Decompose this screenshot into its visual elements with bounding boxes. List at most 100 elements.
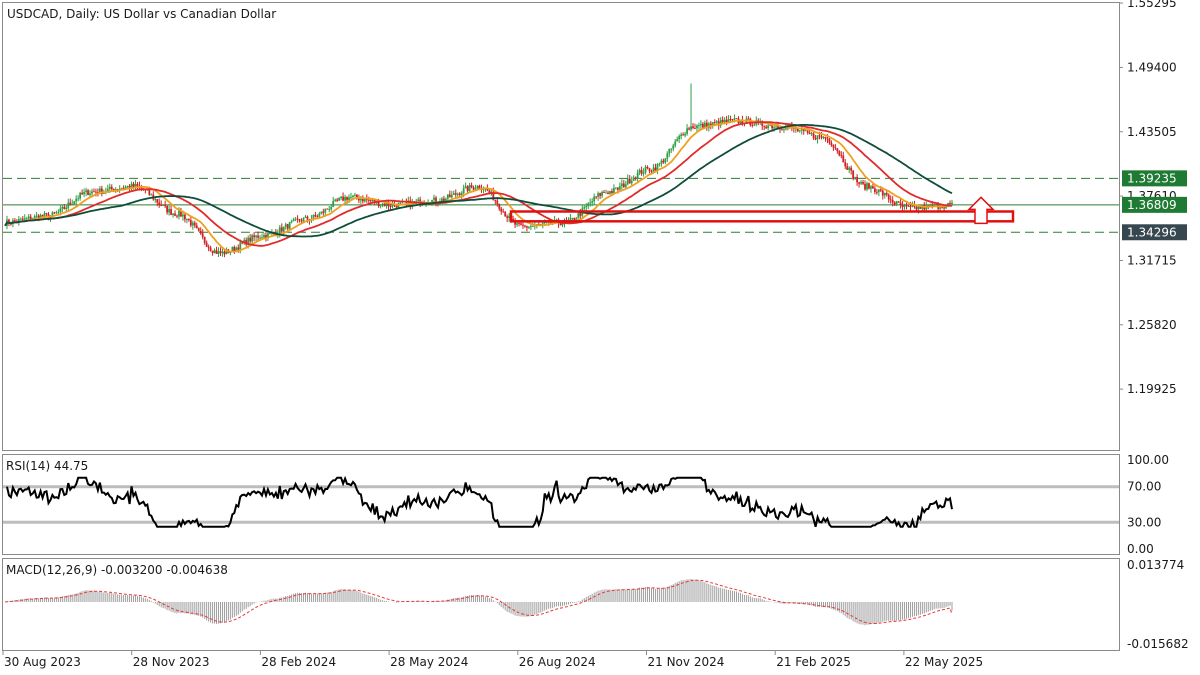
candle-body	[670, 148, 673, 150]
candle-body	[136, 184, 139, 186]
candle-body	[751, 125, 754, 126]
macd-tick-label: -0.015682	[1127, 637, 1189, 651]
candle-body	[223, 251, 226, 255]
price-tick-label: 1.25820	[1127, 318, 1177, 332]
time-tick-label: 21 Nov 2024	[648, 655, 725, 669]
candle-body	[652, 167, 655, 172]
candle-body	[775, 126, 777, 128]
candle-body	[810, 133, 813, 135]
candle-body	[589, 202, 592, 204]
candle-body	[399, 202, 402, 204]
candle-body	[840, 155, 843, 157]
candle-body	[915, 206, 918, 210]
candle-body	[71, 203, 74, 205]
candle-body	[379, 204, 382, 207]
candle-body	[877, 189, 880, 193]
candle-body	[662, 160, 665, 163]
candle-body	[170, 209, 172, 215]
candle-body	[361, 198, 364, 202]
candle-body	[458, 193, 461, 196]
candle-body	[881, 190, 884, 196]
candle-body	[941, 207, 944, 209]
candle-body	[464, 186, 467, 189]
candle-body	[620, 183, 623, 187]
candle-body	[201, 233, 204, 238]
candle-body	[660, 160, 663, 164]
candle-body	[883, 192, 886, 196]
candle-body	[314, 215, 317, 217]
rsi-tick-label: 100.00	[1127, 453, 1169, 467]
candle-body	[95, 191, 97, 193]
candle-body	[156, 199, 159, 203]
candle-body	[233, 247, 236, 252]
candle-body	[899, 202, 902, 205]
candle-body	[812, 133, 815, 139]
candle-body	[879, 189, 882, 191]
candle-body	[166, 205, 169, 213]
price-tick-label: 1.31715	[1127, 253, 1177, 267]
level-badge-label: 1.36809	[1127, 198, 1177, 212]
candle-body	[830, 142, 833, 146]
candle-body	[21, 218, 24, 220]
candle-body	[342, 196, 344, 201]
candle-body	[35, 215, 38, 217]
candle-body	[85, 190, 87, 193]
candle-body	[25, 218, 28, 219]
candle-body	[836, 148, 839, 152]
candle-body	[93, 191, 95, 193]
candle-body	[298, 219, 301, 221]
candle-body	[330, 206, 333, 210]
candle-body	[654, 167, 657, 171]
candle-body	[324, 208, 327, 213]
candle-body	[215, 250, 218, 254]
candle-body	[701, 123, 704, 128]
candle-body	[767, 125, 770, 129]
candle-body	[269, 233, 271, 234]
price-tick-label: 1.55295	[1127, 0, 1177, 10]
candle-body	[178, 210, 180, 217]
candle-body	[506, 216, 509, 219]
candle-body	[864, 183, 866, 190]
candle-body	[280, 227, 283, 232]
candle-body	[292, 219, 295, 222]
candle-body	[692, 126, 694, 129]
candle-body	[478, 185, 481, 189]
candle-body	[868, 183, 870, 189]
candle-body	[634, 177, 637, 179]
candle-body	[541, 223, 544, 225]
candle-body	[205, 242, 208, 247]
candle-body	[472, 187, 475, 190]
candle-body	[648, 167, 651, 172]
candle-body	[949, 202, 951, 205]
candle-body	[804, 130, 807, 132]
candle-body	[690, 126, 692, 130]
candle-body	[383, 203, 386, 207]
candle-body	[504, 211, 507, 217]
candle-body	[624, 184, 627, 188]
candle-body	[41, 215, 44, 217]
candle-body	[569, 217, 572, 221]
candle-body	[731, 119, 734, 121]
candle-body	[500, 208, 503, 212]
candle-body	[630, 180, 633, 184]
candle-body	[213, 250, 216, 253]
candle-body	[723, 119, 726, 123]
rsi-tick-label: 70.00	[1127, 480, 1161, 494]
candle-body	[798, 130, 801, 132]
rsi-title: RSI(14) 44.75	[6, 459, 88, 473]
candle-body	[19, 218, 22, 220]
main-chart-frame	[2, 2, 1120, 451]
candle-body	[150, 194, 153, 196]
candle-body	[249, 237, 252, 242]
candle-body	[193, 222, 196, 226]
candle-body	[895, 201, 898, 205]
candle-body	[498, 203, 501, 209]
candle-body	[255, 235, 257, 238]
candle-body	[531, 226, 534, 227]
candle-body	[729, 119, 732, 120]
candle-body	[176, 215, 178, 217]
candle-body	[306, 216, 309, 220]
candle-body	[340, 196, 342, 198]
macd-tick-label: 0.013774	[1127, 558, 1184, 572]
candle-body	[862, 181, 864, 184]
